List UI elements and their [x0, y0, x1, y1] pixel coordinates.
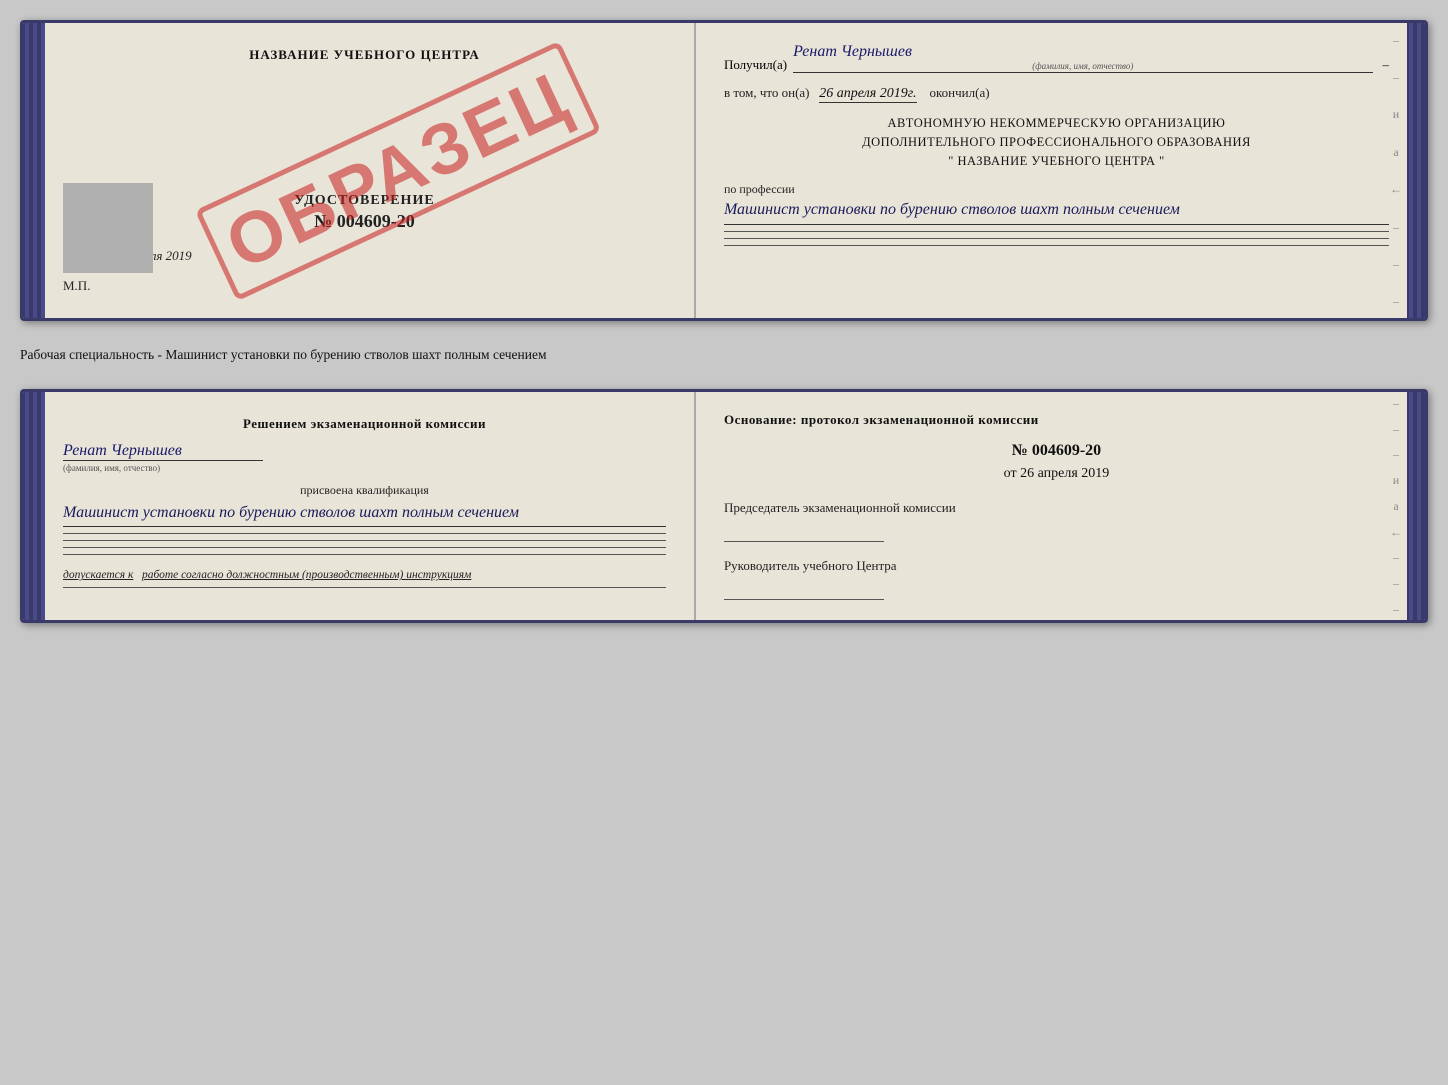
rukovoditel-block: Руководитель учебного Центра	[724, 556, 1389, 600]
b-separator-2	[63, 540, 666, 541]
side-dashes-bottom: – – – и а ← – – –	[1389, 392, 1403, 620]
predsedatel-label: Председатель экзаменационной комиссии	[724, 500, 956, 515]
vtom-row: в том, что он(а) 26 апреля 2019г. окончи…	[724, 85, 1389, 102]
dopuskaetsya-prefix: допускается к	[63, 569, 133, 581]
poluchil-prefix: Получил(а)	[724, 57, 787, 73]
b-separator-5	[63, 587, 666, 588]
dopuskaetsya-row: допускается к работе согласно должностны…	[63, 569, 666, 581]
okonchil-label: окончил(а)	[930, 85, 990, 100]
predsedatel-block: Председатель экзаменационной комиссии	[724, 498, 1389, 542]
side-dashes-top: – – и а ← – – –	[1389, 23, 1403, 318]
bottom-left-panel: Решением экзаменационной комиссии Ренат …	[23, 392, 696, 620]
udostoverenie-label: УДОСТОВЕРЕНИЕ	[63, 193, 666, 209]
bottom-right-panel: Основание: протокол экзаменационной коми…	[696, 392, 1425, 620]
bottom-fio-hint: (фамилия, имя, отчество)	[63, 463, 666, 473]
rukovoditel-label: Руководитель учебного Центра	[724, 558, 897, 573]
ot-date: 26 апреля 2019	[1020, 466, 1109, 481]
b-separator-1	[63, 533, 666, 534]
org-line2: ДОПОЛНИТЕЛЬНОГО ПРОФЕССИОНАЛЬНОГО ОБРАЗО…	[724, 133, 1389, 152]
bottom-fio: Ренат Чернышев	[63, 442, 263, 461]
vydano-row: Выдано 26 апреля 2019	[63, 248, 666, 264]
separator-3	[724, 245, 1389, 246]
top-left-title: НАЗВАНИЕ УЧЕБНОГО ЦЕНТРА	[63, 47, 666, 63]
b-separator-3	[63, 547, 666, 548]
separator-1	[724, 231, 1389, 232]
ot-prefix: от	[1004, 466, 1017, 481]
profession-text-top: Машинист установки по бурению стволов ша…	[724, 199, 1389, 224]
top-document-card: НАЗВАНИЕ УЧЕБНОГО ЦЕНТРА ОБРАЗЕЦ УДОСТОВ…	[20, 20, 1428, 321]
poluchil-name: Ренат Чернышев (фамилия, имя, отчество)	[793, 43, 1372, 73]
middle-label: Рабочая специальность - Машинист установ…	[20, 339, 1428, 371]
org-block: АВТОНОМНУЮ НЕКОММЕРЧЕСКУЮ ОРГАНИЗАЦИЮ ДО…	[724, 114, 1389, 170]
vtom-prefix: в том, что он(а)	[724, 85, 810, 100]
bottom-document-card: Решением экзаменационной комиссии Ренат …	[20, 389, 1428, 623]
separator-2	[724, 238, 1389, 239]
dopuskaetsya-text: работе согласно должностным (производств…	[142, 569, 471, 581]
komissia-title: Решением экзаменационной комиссии	[63, 416, 666, 432]
protocol-date: от 26 апреля 2019	[724, 466, 1389, 482]
top-right-panel: Получил(а) Ренат Чернышев (фамилия, имя,…	[696, 23, 1425, 318]
udostoverenie-number: № 004609-20	[63, 211, 666, 232]
rukovoditel-sign-line	[724, 580, 884, 601]
page-container: НАЗВАНИЕ УЧЕБНОГО ЦЕНТРА ОБРАЗЕЦ УДОСТОВ…	[20, 20, 1428, 623]
kvalif-text: Машинист установки по бурению стволов ша…	[63, 502, 666, 527]
photo-placeholder	[63, 183, 153, 273]
predsedatel-sign-line	[724, 522, 884, 543]
top-left-panel: НАЗВАНИЕ УЧЕБНОГО ЦЕНТРА ОБРАЗЕЦ УДОСТОВ…	[23, 23, 696, 318]
prisvoena-label: присвоена квалификация	[63, 483, 666, 498]
udostoverenie-block: УДОСТОВЕРЕНИЕ № 004609-20	[63, 193, 666, 232]
po-professii-label: по профессии	[724, 182, 1389, 197]
fio-hint-top: (фамилия, имя, отчество)	[793, 61, 1372, 71]
protocol-number: № 004609-20	[724, 442, 1389, 460]
org-line3: " НАЗВАНИЕ УЧЕБНОГО ЦЕНТРА "	[724, 152, 1389, 171]
mp-row: М.П.	[63, 278, 666, 294]
b-separator-4	[63, 554, 666, 555]
poluchil-row: Получил(а) Ренат Чернышев (фамилия, имя,…	[724, 43, 1389, 73]
osnovanie-title: Основание: протокол экзаменационной коми…	[724, 412, 1389, 428]
org-line1: АВТОНОМНУЮ НЕКОММЕРЧЕСКУЮ ОРГАНИЗАЦИЮ	[724, 114, 1389, 133]
vtom-date: 26 апреля 2019г.	[819, 86, 916, 103]
